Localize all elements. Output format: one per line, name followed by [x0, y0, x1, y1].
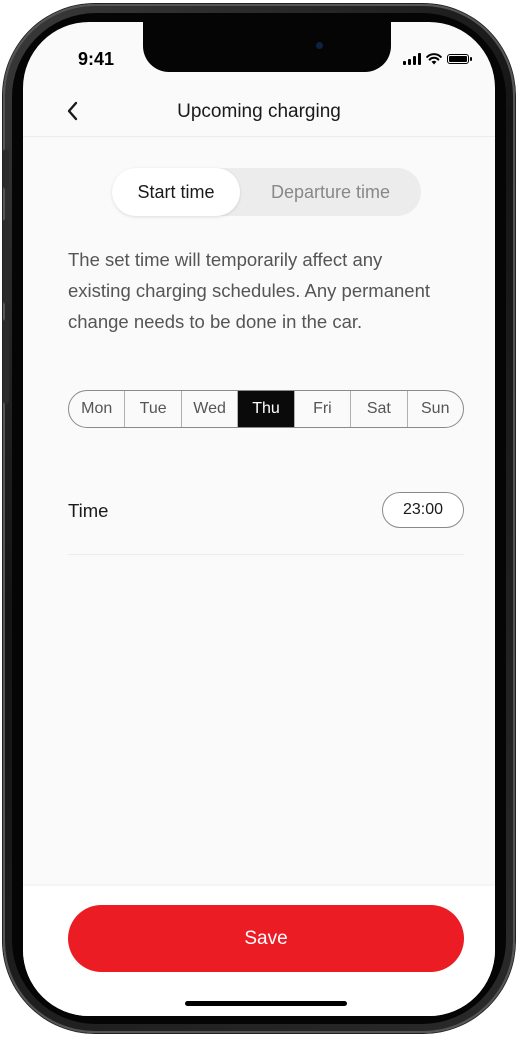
page-title: Upcoming charging — [177, 101, 341, 122]
time-row: Time 23:00 — [68, 492, 464, 555]
volume-down-button — [3, 319, 9, 404]
signal-icon — [403, 52, 421, 65]
time-label: Time — [68, 500, 109, 521]
day-thu[interactable]: Thu — [238, 391, 295, 427]
day-fri[interactable]: Fri — [295, 391, 352, 427]
status-time: 9:41 — [78, 49, 115, 69]
day-sun[interactable]: Sun — [408, 391, 463, 427]
day-sat[interactable]: Sat — [351, 391, 408, 427]
save-button[interactable]: Save — [68, 905, 464, 972]
day-mon[interactable]: Mon — [69, 391, 126, 427]
day-tue[interactable]: Tue — [125, 391, 182, 427]
day-wed[interactable]: Wed — [182, 391, 239, 427]
silent-switch — [3, 149, 9, 189]
departure-time-tab[interactable]: Departure time — [240, 168, 421, 216]
status-icons — [403, 52, 472, 65]
volume-up-button — [3, 219, 9, 304]
time-mode-toggle: Start time Departure time — [112, 168, 421, 216]
schedule-description: The set time will temporarily affect any… — [68, 249, 430, 332]
footer: Save — [23, 886, 495, 1016]
battery-icon — [447, 53, 472, 64]
home-indicator — [185, 1001, 347, 1006]
notch — [143, 22, 391, 72]
wifi-icon — [426, 53, 442, 65]
start-time-tab[interactable]: Start time — [112, 168, 240, 216]
time-picker-button[interactable]: 23:00 — [382, 492, 464, 528]
camera-icon — [316, 42, 323, 49]
header: Upcoming charging — [23, 88, 495, 137]
day-selector: Mon Tue Wed Thu Fri Sat Sun — [68, 390, 464, 428]
screen: 9:41 Upcoming charging Start time Depart… — [23, 22, 495, 1016]
